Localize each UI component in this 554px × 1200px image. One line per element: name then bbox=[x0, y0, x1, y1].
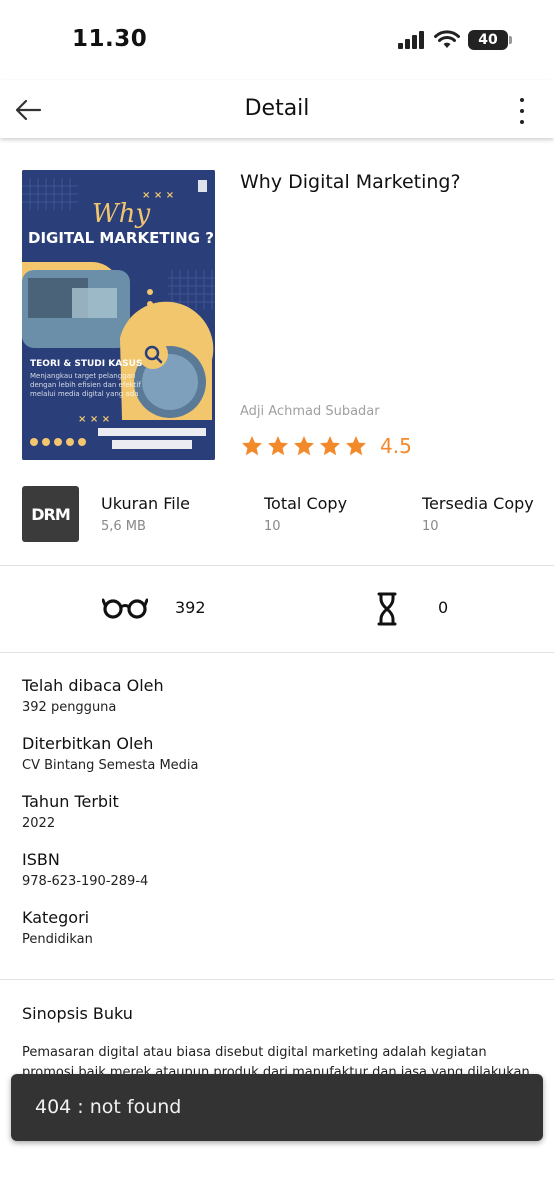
star-icon bbox=[346, 436, 366, 456]
file-size-info: Ukuran File 5,6 MB bbox=[101, 494, 190, 534]
detail-label: Kategori bbox=[22, 908, 90, 927]
detail-year: Tahun Terbit 2022 bbox=[22, 792, 198, 831]
detail-label: Telah dibaca Oleh bbox=[22, 676, 164, 695]
detail-publisher: Diterbitkan Oleh CV Bintang Semesta Medi… bbox=[22, 734, 198, 773]
cover-subtitle: TEORI & STUDI KASUS bbox=[30, 359, 142, 369]
detail-isbn: ISBN 978-623-190-289-4 bbox=[22, 850, 198, 889]
hourglass-icon bbox=[377, 592, 397, 626]
available-copy-info: Tersedia Copy 10 bbox=[422, 494, 534, 534]
status-bar: 11.30 40 bbox=[0, 0, 554, 80]
waiting-count: 0 bbox=[438, 598, 449, 617]
more-options-button[interactable] bbox=[518, 98, 526, 124]
book-cover[interactable]: × × × Menjangkau target pelanggan dengan… bbox=[22, 170, 215, 460]
synopsis-title: Sinopsis Buku bbox=[22, 1004, 133, 1023]
battery-level: 40 bbox=[478, 32, 498, 48]
status-time: 11.30 bbox=[72, 26, 148, 52]
star-icon bbox=[242, 436, 262, 456]
cover-title-main: DIGITAL MARKETING ? bbox=[28, 229, 214, 247]
star-icon bbox=[268, 436, 288, 456]
book-stats: 392 0 bbox=[0, 566, 554, 652]
page-title: Detail bbox=[244, 96, 310, 121]
book-details: Telah dibaca Oleh 392 pengguna Diterbitk… bbox=[22, 676, 198, 966]
available-copy-value: 10 bbox=[422, 519, 439, 534]
total-copy-label: Total Copy bbox=[264, 494, 348, 513]
wifi-icon bbox=[434, 30, 460, 48]
read-count: 392 bbox=[175, 598, 206, 617]
divider bbox=[0, 979, 554, 980]
synopsis-text: Pemasaran digital atau biasa disebut dig… bbox=[22, 1045, 530, 1075]
more-vertical-icon-dot bbox=[520, 120, 524, 124]
detail-label: ISBN bbox=[22, 850, 60, 869]
toast-message: 404 : not found bbox=[35, 1096, 182, 1118]
detail-read-by: Telah dibaca Oleh 392 pengguna bbox=[22, 676, 198, 715]
status-icons: 40 bbox=[398, 30, 512, 50]
file-size-label: Ukuran File bbox=[101, 494, 191, 513]
available-copy-label: Tersedia Copy bbox=[422, 494, 534, 513]
signal-icon bbox=[398, 31, 424, 49]
file-size-value: 5,6 MB bbox=[101, 519, 146, 534]
detail-category: Kategori Pendidikan bbox=[22, 908, 198, 947]
file-info: DRM Ukuran File 5,6 MB Total Copy 10 Ter… bbox=[0, 480, 554, 565]
detail-value: 392 pengguna bbox=[22, 700, 117, 715]
star-icon bbox=[294, 436, 314, 456]
glasses-icon bbox=[102, 598, 148, 619]
svg-text:Menjangkau target pelanggan: Menjangkau target pelanggan bbox=[30, 372, 135, 380]
star-icon bbox=[320, 436, 340, 456]
cover-title-script: Why bbox=[92, 199, 150, 229]
detail-value: Pendidikan bbox=[22, 932, 93, 947]
detail-label: Tahun Terbit bbox=[22, 792, 119, 811]
svg-text:melalui media digital yang ada: melalui media digital yang ada bbox=[30, 390, 138, 398]
divider bbox=[0, 652, 554, 653]
app-header: Detail bbox=[0, 80, 554, 138]
detail-value: 978-623-190-289-4 bbox=[22, 874, 149, 889]
book-author: Adji Achmad Subadar bbox=[240, 404, 380, 419]
error-toast: 404 : not found bbox=[11, 1074, 543, 1141]
drm-logo: DRM bbox=[22, 486, 79, 542]
detail-label: Diterbitkan Oleh bbox=[22, 734, 154, 753]
detail-value: 2022 bbox=[22, 816, 56, 831]
total-copy-value: 10 bbox=[264, 519, 281, 534]
battery-icon: 40 bbox=[468, 30, 512, 50]
svg-text:× × ×: × × × bbox=[78, 414, 110, 425]
rating-value: 4.5 bbox=[380, 434, 412, 458]
svg-text:dengan lebih efisien dan efekt: dengan lebih efisien dan efektif bbox=[30, 381, 141, 389]
detail-value: CV Bintang Semesta Media bbox=[22, 758, 199, 773]
book-cover-art: × × × Menjangkau target pelanggan dengan… bbox=[22, 170, 215, 460]
book-rating: 4.5 bbox=[240, 434, 412, 458]
more-vertical-icon-dot bbox=[520, 109, 524, 113]
total-copy-info: Total Copy 10 bbox=[264, 494, 347, 534]
drm-logo-text: DRM bbox=[31, 504, 71, 524]
more-vertical-icon bbox=[520, 98, 524, 102]
book-title: Why Digital Marketing? bbox=[240, 171, 461, 193]
